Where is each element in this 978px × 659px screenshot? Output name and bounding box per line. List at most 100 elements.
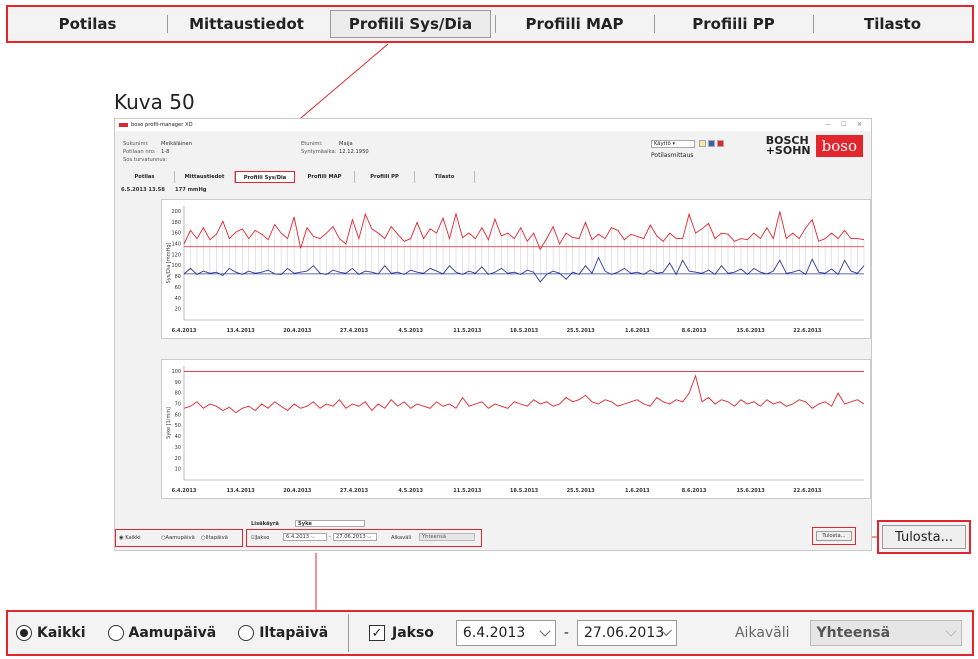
minimize-icon[interactable]: — bbox=[825, 121, 831, 128]
x-tick-label: 8.6.2013 bbox=[682, 488, 707, 494]
radio-unselected-icon bbox=[238, 625, 255, 641]
radio-unselected-icon bbox=[107, 625, 124, 641]
start-date-picker[interactable]: 6.4.2013 bbox=[455, 620, 556, 646]
y-tick-label: 140 bbox=[171, 242, 181, 248]
patient-lastname: Sukunimi: Meikäläinen bbox=[123, 141, 193, 147]
checkmark-icon: ✓ bbox=[369, 625, 385, 641]
mini-tab-tilasto[interactable]: Tilasto bbox=[415, 171, 475, 183]
figure-label: Kuva 50 bbox=[114, 90, 195, 114]
tab-tilasto[interactable]: Tilasto bbox=[813, 7, 972, 41]
y-axis-label: Sys/Dia [mmHg] bbox=[166, 243, 172, 284]
tab-profiili-sys-dia[interactable]: Profiili Sys/Dia bbox=[330, 10, 491, 38]
x-tick-label: 4.5.2013 bbox=[398, 488, 423, 494]
time-of-day-group: Kaikki Aamupäivä Iltapäivä bbox=[8, 625, 348, 641]
x-tick-label: 6.4.2013 bbox=[172, 488, 197, 494]
readout-value: 177 mmHg bbox=[175, 187, 207, 193]
y-tick-label: 40 bbox=[175, 296, 181, 302]
tab-profiili-map[interactable]: Profiili MAP bbox=[495, 7, 654, 41]
x-tick-label: 25.5.2013 bbox=[567, 488, 596, 494]
series-line-sys bbox=[183, 211, 865, 251]
mini-radio-kaikki[interactable]: ◉ Kaikki bbox=[119, 535, 141, 541]
y-tick-label: 90 bbox=[175, 380, 181, 386]
patient-ssn: Sos.turvatunnus: bbox=[123, 157, 168, 163]
aikavali-label: Aikaväli bbox=[734, 625, 790, 641]
y-tick-label: 20 bbox=[175, 456, 181, 462]
print-button-zoom: Tulosta... bbox=[877, 520, 971, 554]
mini-aikavali-label: Aikaväli bbox=[391, 535, 412, 541]
y-tick-label: 100 bbox=[171, 369, 181, 375]
x-tick-label: 20.4.2013 bbox=[283, 328, 312, 334]
x-tick-label: 25.5.2013 bbox=[567, 328, 596, 334]
y-axis-label: Syke [1/min] bbox=[166, 407, 172, 439]
end-date-picker[interactable]: 27.06.2013 bbox=[576, 620, 677, 646]
chevron-down-icon bbox=[539, 625, 551, 637]
mini-aikavali-select[interactable]: Yhteensä bbox=[419, 533, 475, 541]
mini-tulosta-button[interactable]: Tulosta... bbox=[816, 531, 852, 541]
x-tick-label: 11.5.2013 bbox=[453, 328, 482, 334]
patient-birthdate: Syntymäaika: 12.12.1950 bbox=[301, 149, 369, 155]
patient-measurement-label: Potilasmittaus bbox=[651, 152, 694, 159]
mini-tab-profiili-pp[interactable]: Profiili PP bbox=[355, 171, 415, 183]
y-tick-label: 160 bbox=[171, 231, 181, 237]
app-logo-icon bbox=[119, 123, 128, 127]
y-tick-label: 200 bbox=[171, 209, 181, 215]
chevron-down-icon bbox=[944, 625, 957, 637]
print-button[interactable]: Tulosta... bbox=[882, 525, 966, 549]
patient-number: Potilaan nro: 1-8 bbox=[123, 149, 170, 155]
radio-iltapaiva[interactable]: Iltapäivä bbox=[238, 625, 328, 641]
mini-date-separator: - bbox=[329, 534, 331, 540]
tab-mittaustiedot[interactable]: Mittaustiedot bbox=[167, 7, 326, 41]
extra-curve-label: Lisäkäyrä bbox=[251, 521, 279, 527]
user-select[interactable]: Käyttö ▾ bbox=[651, 140, 695, 148]
y-tick-label: 20 bbox=[175, 307, 181, 313]
brand-logo: BOSCH +SOHN boso bbox=[766, 135, 863, 157]
x-tick-label: 22.6.2013 bbox=[793, 488, 822, 494]
y-tick-label: 30 bbox=[175, 445, 181, 451]
pulse-chart[interactable]: 10 20 30 40 50 60 70 80 90 100 6.4.2013 13.4.2013 20… bbox=[161, 359, 871, 499]
x-tick-label: 15.6.2013 bbox=[737, 328, 766, 334]
mini-start-date[interactable]: 6.4.2013 ⌵ bbox=[283, 533, 327, 541]
folder-icon[interactable] bbox=[699, 140, 706, 147]
radio-aamupaiva[interactable]: Aamupäivä bbox=[107, 625, 216, 641]
mini-radio-aamupaiva[interactable]: ○Aamupäivä bbox=[161, 535, 195, 541]
app-window: boso profil-manager XD — ☐ ✕ Sukunimi: Me… bbox=[114, 118, 872, 551]
y-tick-label: 40 bbox=[175, 434, 181, 440]
close-icon[interactable]: ✕ bbox=[857, 121, 862, 128]
radio-kaikki[interactable]: Kaikki bbox=[16, 625, 86, 641]
y-tick-label: 80 bbox=[175, 274, 181, 280]
tab-potilas[interactable]: Potilas bbox=[8, 7, 167, 41]
mini-tab-mittaustiedot[interactable]: Mittaustiedot bbox=[175, 171, 235, 183]
y-tick-label: 100 bbox=[171, 263, 181, 269]
x-tick-label: 4.5.2013 bbox=[398, 328, 423, 334]
mini-end-date[interactable]: 27.06.2013 ⌵ bbox=[333, 533, 377, 541]
readout-date: 6.5.2013 13.58 bbox=[121, 187, 165, 193]
y-tick-label: 60 bbox=[175, 285, 181, 291]
y-tick-label: 180 bbox=[171, 220, 181, 226]
x-tick-label: 1.6.2013 bbox=[625, 488, 650, 494]
radio-selected-icon bbox=[16, 625, 32, 641]
grid-icon[interactable] bbox=[717, 140, 724, 147]
extra-curve-select[interactable]: Syke bbox=[295, 520, 365, 527]
x-tick-label: 11.5.2013 bbox=[453, 488, 482, 494]
aikavali-select[interactable]: Yhteensä bbox=[809, 620, 962, 646]
x-tick-label: 20.4.2013 bbox=[283, 488, 312, 494]
mini-jakso-check[interactable]: ☑Jakso bbox=[251, 535, 269, 541]
y-tick-label: 70 bbox=[175, 402, 181, 408]
mini-tab-potilas[interactable]: Potilas bbox=[115, 171, 175, 183]
main-tab-bar: Potilas Mittaustiedot Profiili Sys/Dia P… bbox=[6, 5, 974, 43]
maximize-icon[interactable]: ☐ bbox=[841, 121, 846, 128]
series-line-dia bbox=[183, 256, 865, 283]
x-tick-label: 18.5.2013 bbox=[510, 328, 539, 334]
jakso-checkbox[interactable]: ✓ Jakso bbox=[369, 625, 434, 641]
x-tick-label: 22.6.2013 bbox=[793, 328, 822, 334]
filter-bar: Kaikki Aamupäivä Iltapäivä ✓ Jakso 6.4.20… bbox=[6, 610, 974, 656]
mini-tab-profiili-map[interactable]: Profiili MAP bbox=[295, 171, 355, 183]
y-tick-label: 80 bbox=[175, 391, 181, 397]
sys-dia-chart[interactable]: 20 40 60 80 100 120 140 160 180 200 6.4.2013 13.4.2… bbox=[161, 199, 871, 339]
x-tick-label: 27.4.2013 bbox=[340, 328, 369, 334]
mini-tab-profiili-sys-dia[interactable]: Profiili Sys/Dia bbox=[235, 171, 295, 183]
info-icon[interactable] bbox=[708, 140, 715, 147]
divider bbox=[348, 614, 349, 652]
tab-profiili-pp[interactable]: Profiili PP bbox=[654, 7, 813, 41]
mini-radio-iltapaiva[interactable]: ○Iltapäivä bbox=[201, 535, 228, 541]
